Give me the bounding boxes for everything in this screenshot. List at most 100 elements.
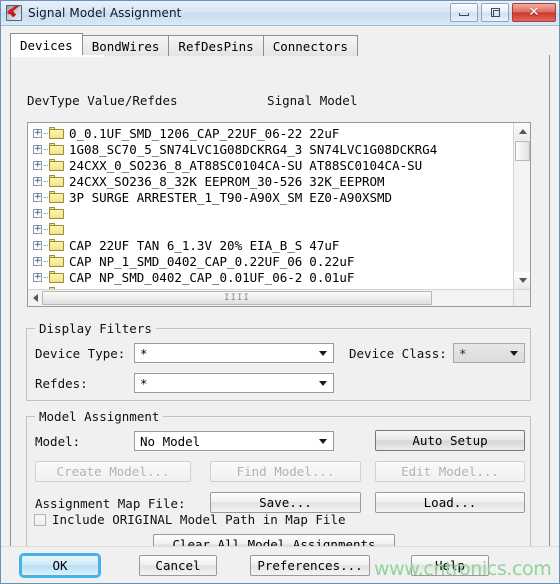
- scroll-left-button[interactable]: [28, 290, 42, 306]
- tab-refdespins-label: RefDesPins: [178, 38, 254, 54]
- preferences-button[interactable]: Preferences...: [250, 555, 370, 576]
- active-tab-seam: [11, 55, 104, 57]
- auto-setup-label: Auto Setup: [412, 433, 488, 448]
- tree-row-signal-model: AT88SC0104CA-SU: [309, 157, 423, 173]
- load-button[interactable]: Load...: [375, 492, 525, 513]
- tree-row[interactable]: +24CXX_SO236_8_32K EEPROM_30-526 32K_EEPR…: [28, 173, 514, 189]
- tree-row[interactable]: + CAP 22UF TAN 6_1.3V 20% EIA_B_S 47uF: [28, 237, 514, 253]
- include-original-checkbox[interactable]: [34, 513, 46, 526]
- expand-icon[interactable]: +: [33, 176, 42, 186]
- tree-connector-line: [44, 244, 48, 246]
- expand-icon[interactable]: +: [33, 240, 42, 250]
- window-title: Signal Model Assignment: [28, 6, 182, 20]
- tree-row[interactable]: +: [28, 221, 514, 237]
- maximize-button[interactable]: [481, 3, 509, 22]
- chevron-up-icon: [518, 129, 527, 134]
- tree-row[interactable]: +24CXX_0_SO236_8_AT88SC0104CA-SU AT88SC01…: [28, 157, 514, 173]
- include-original-label: Include ORIGINAL Model Path in Map File: [52, 512, 346, 527]
- cancel-button[interactable]: Cancel: [139, 555, 217, 576]
- model-combo[interactable]: No Model: [134, 431, 334, 451]
- help-label: Help: [434, 558, 466, 573]
- tree-row[interactable]: + CAP NP_SMD_0402_CAP_0.01UF_06-2 0.01uF: [28, 269, 514, 285]
- list-column-headers: DevType Value/Refdes Signal Model: [27, 93, 357, 108]
- expand-icon[interactable]: +: [33, 208, 42, 218]
- tree-row[interactable]: +: [28, 205, 514, 221]
- device-type-combo[interactable]: *: [134, 343, 334, 363]
- folder-icon: [49, 207, 64, 219]
- tree-row-label: 24CXX_SO236_8_32K EEPROM_30-526: [69, 173, 303, 189]
- expand-icon[interactable]: +: [33, 192, 42, 202]
- chevron-down-icon: [319, 439, 327, 444]
- create-model-button[interactable]: Create Model...: [35, 461, 191, 482]
- tree-row-label: CAP NP_1_SMD_0402_CAP_0.22UF_06: [69, 253, 303, 269]
- folder-icon: [49, 143, 64, 155]
- include-original-row: Include ORIGINAL Model Path in Map File: [34, 512, 346, 527]
- close-button[interactable]: ✕: [512, 3, 556, 22]
- tab-devices[interactable]: Devices: [10, 33, 83, 56]
- tree-row-signal-model: 32K_EEPROM: [309, 173, 385, 189]
- folder-icon: [49, 255, 64, 267]
- help-button[interactable]: Help: [411, 555, 489, 576]
- column-header-signal-model: Signal Model: [267, 93, 358, 108]
- assignment-map-file-label: Assignment Map File:: [35, 496, 186, 511]
- expand-icon[interactable]: +: [33, 272, 42, 282]
- tree-row-label: CAP NP_SMD_0402_CAP_0.01UF_06-2: [69, 269, 303, 285]
- ok-button[interactable]: OK: [21, 555, 99, 576]
- refdes-combo[interactable]: *: [134, 373, 334, 393]
- title-bar: Signal Model Assignment ✕: [1, 1, 559, 26]
- tree-row-signal-model: EZ0-A90XSMD: [309, 189, 393, 205]
- dialog-footer: OK Cancel Preferences... Help: [1, 546, 559, 583]
- find-model-button[interactable]: Find Model...: [210, 461, 361, 482]
- tree-row[interactable]: +0_0.1UF_SMD_1206_CAP_22UF_06-22 22uF: [28, 125, 514, 141]
- minimize-button[interactable]: [450, 3, 478, 22]
- tab-strip: Devices BondWires RefDesPins Connectors: [10, 33, 550, 56]
- maximize-icon: [490, 8, 500, 17]
- dialog-client-area: Devices BondWires RefDesPins Connectors …: [1, 26, 559, 583]
- cancel-label: Cancel: [155, 558, 201, 573]
- tree-connector-line: [44, 276, 48, 278]
- folder-icon: [49, 223, 64, 235]
- tree-connector-line: [44, 196, 48, 198]
- tree-row[interactable]: +3P SURGE ARRESTER_1_T90-A90X_SM EZ0-A90X…: [28, 189, 514, 205]
- tab-devices-label: Devices: [20, 37, 73, 53]
- tree-row[interactable]: +1G08_SC70_5_SN74LVC1G08DCKRG4_3 SN74LVC1…: [28, 141, 514, 157]
- chevron-down-icon: [319, 381, 327, 386]
- tree-connector-line: [44, 228, 48, 230]
- expand-icon[interactable]: +: [33, 160, 42, 170]
- refdes-label: Refdes:: [35, 376, 88, 391]
- vertical-scrollbar-thumb[interactable]: [515, 141, 530, 161]
- ok-label: OK: [52, 558, 68, 573]
- scrollbar-grip-icon: IIII: [224, 293, 250, 303]
- column-header-devtype: DevType Value/Refdes: [27, 93, 178, 108]
- device-tree-list[interactable]: +0_0.1UF_SMD_1206_CAP_22UF_06-22 22uF +1G0…: [27, 122, 531, 307]
- close-icon: ✕: [528, 5, 540, 20]
- expand-icon[interactable]: +: [33, 224, 42, 234]
- edit-model-button[interactable]: Edit Model...: [375, 461, 525, 482]
- tree-row-label: 0_0.1UF_SMD_1206_CAP_22UF_06-22: [69, 125, 303, 141]
- scroll-up-button[interactable]: [514, 123, 530, 140]
- create-model-label: Create Model...: [56, 464, 170, 479]
- tree-row-label: 24CXX_0_SO236_8_AT88SC0104CA-SU: [69, 157, 303, 173]
- model-value: No Model: [140, 433, 201, 449]
- tab-connectors[interactable]: Connectors: [262, 35, 358, 56]
- tree-row[interactable]: + CAP NP_1_SMD_0402_CAP_0.22UF_06 0.22uF: [28, 253, 514, 269]
- tab-refdespins[interactable]: RefDesPins: [168, 35, 264, 56]
- horizontal-scrollbar[interactable]: IIII: [28, 289, 530, 306]
- auto-setup-button[interactable]: Auto Setup: [375, 430, 525, 451]
- expand-icon[interactable]: +: [33, 128, 42, 138]
- horizontal-scrollbar-thumb[interactable]: IIII: [42, 291, 432, 305]
- vertical-scrollbar[interactable]: [513, 123, 530, 306]
- tab-bondwires[interactable]: BondWires: [81, 35, 170, 56]
- device-class-combo[interactable]: *: [453, 343, 525, 363]
- tree-row-signal-model: SN74LVC1G08DCKRG4: [309, 141, 438, 157]
- expand-icon[interactable]: +: [33, 256, 42, 266]
- save-button[interactable]: Save...: [210, 492, 361, 513]
- chevron-down-icon: [510, 351, 518, 356]
- expand-icon[interactable]: +: [33, 144, 42, 154]
- tree-row-label: 3P SURGE ARRESTER_1_T90-A90X_SM: [69, 189, 303, 205]
- tree-row-signal-model: 0.01uF: [309, 269, 355, 285]
- window-controls: ✕: [450, 3, 556, 22]
- device-type-value: *: [140, 345, 148, 361]
- tab-connectors-label: Connectors: [272, 38, 348, 54]
- scroll-down-button[interactable]: [514, 272, 530, 289]
